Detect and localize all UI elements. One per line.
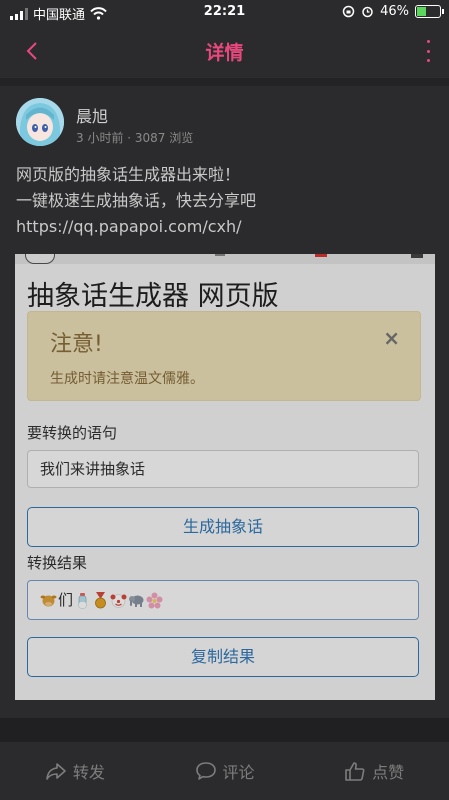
browser-toolbar xyxy=(15,254,435,264)
divider xyxy=(0,718,449,742)
cherry-blossom-icon xyxy=(146,592,163,608)
like-label: 点赞 xyxy=(372,763,405,782)
more-dot-icon xyxy=(426,49,430,53)
share-label: 转发 xyxy=(72,763,105,782)
browser-toolbar-mark xyxy=(411,254,423,258)
post-header: 晨旭 3 小时前 · 3087 浏览 xyxy=(16,98,436,150)
more-dot-icon xyxy=(426,40,430,43)
medal-icon xyxy=(95,591,106,608)
result-text: 们 xyxy=(58,591,74,609)
browser-toolbar-mark xyxy=(215,254,225,256)
action-bar: 转发 评论 点赞 xyxy=(0,742,449,800)
post-meta: 3 小时前 · 3087 浏览 xyxy=(76,131,194,145)
comment-label: 评论 xyxy=(222,763,255,782)
share-button[interactable]: 转发 xyxy=(0,742,150,800)
input-label: 要转换的语句 xyxy=(27,424,118,442)
baby-bottle-icon xyxy=(78,592,87,608)
like-button[interactable]: 点赞 xyxy=(299,742,449,800)
browser-toolbar-mark xyxy=(315,254,327,257)
browser-back-icon xyxy=(25,254,55,264)
nav-bar: 详情 xyxy=(0,24,449,78)
battery-fill xyxy=(417,7,426,16)
alarm-icon xyxy=(362,6,373,18)
more-options-button[interactable] xyxy=(423,38,433,64)
battery-percent: 46% xyxy=(380,4,409,19)
orientation-lock-icon xyxy=(342,5,355,18)
sentence-input: 我们来讲抽象话 xyxy=(27,450,419,488)
close-icon: × xyxy=(383,326,400,350)
post-text-line: 网页版的抽象话生成器出来啦！ xyxy=(16,165,241,184)
alert-title: 注意! xyxy=(50,332,103,357)
cow-emoji-icon xyxy=(40,595,57,606)
post-link[interactable]: https://qq.papapoi.com/cxh/ xyxy=(16,214,436,240)
generator-title: 抽象话生成器 网页版 xyxy=(27,281,279,312)
status-bar: 中国联通 22:21 46% xyxy=(0,0,449,24)
post-image[interactable]: 抽象话生成器 网页版 注意! × 生成时请注意温文儒雅。 要转换的语句 我们来讲… xyxy=(15,254,435,700)
comment-button[interactable]: 评论 xyxy=(150,742,300,800)
elephant-icon xyxy=(129,595,144,607)
thumbs-up-icon xyxy=(345,762,365,781)
generate-button: 生成抽象话 xyxy=(27,507,419,547)
author-name[interactable]: 晨旭 xyxy=(76,103,108,127)
result-label: 转换结果 xyxy=(27,554,88,572)
clown-face-icon xyxy=(110,593,127,608)
avatar-image xyxy=(16,98,64,146)
warning-alert: 注意! × 生成时请注意温文儒雅。 xyxy=(27,311,421,401)
result-field: 们 xyxy=(27,580,419,620)
page-title: 详情 xyxy=(205,42,244,64)
post-body: 网页版的抽象话生成器出来啦！ 一键极速生成抽象话，快去分享吧 https://q… xyxy=(16,162,436,240)
battery-icon xyxy=(415,5,444,18)
alert-text: 生成时请注意温文儒雅。 xyxy=(50,371,204,387)
comment-icon xyxy=(195,762,216,780)
copy-result-button: 复制结果 xyxy=(27,637,419,677)
status-right: 46% xyxy=(342,4,444,19)
avatar[interactable] xyxy=(16,98,64,146)
share-icon xyxy=(46,763,66,780)
divider xyxy=(0,78,449,86)
more-dot-icon xyxy=(426,59,430,62)
post-text-line: 一键极速生成抽象话，快去分享吧 xyxy=(16,191,257,210)
